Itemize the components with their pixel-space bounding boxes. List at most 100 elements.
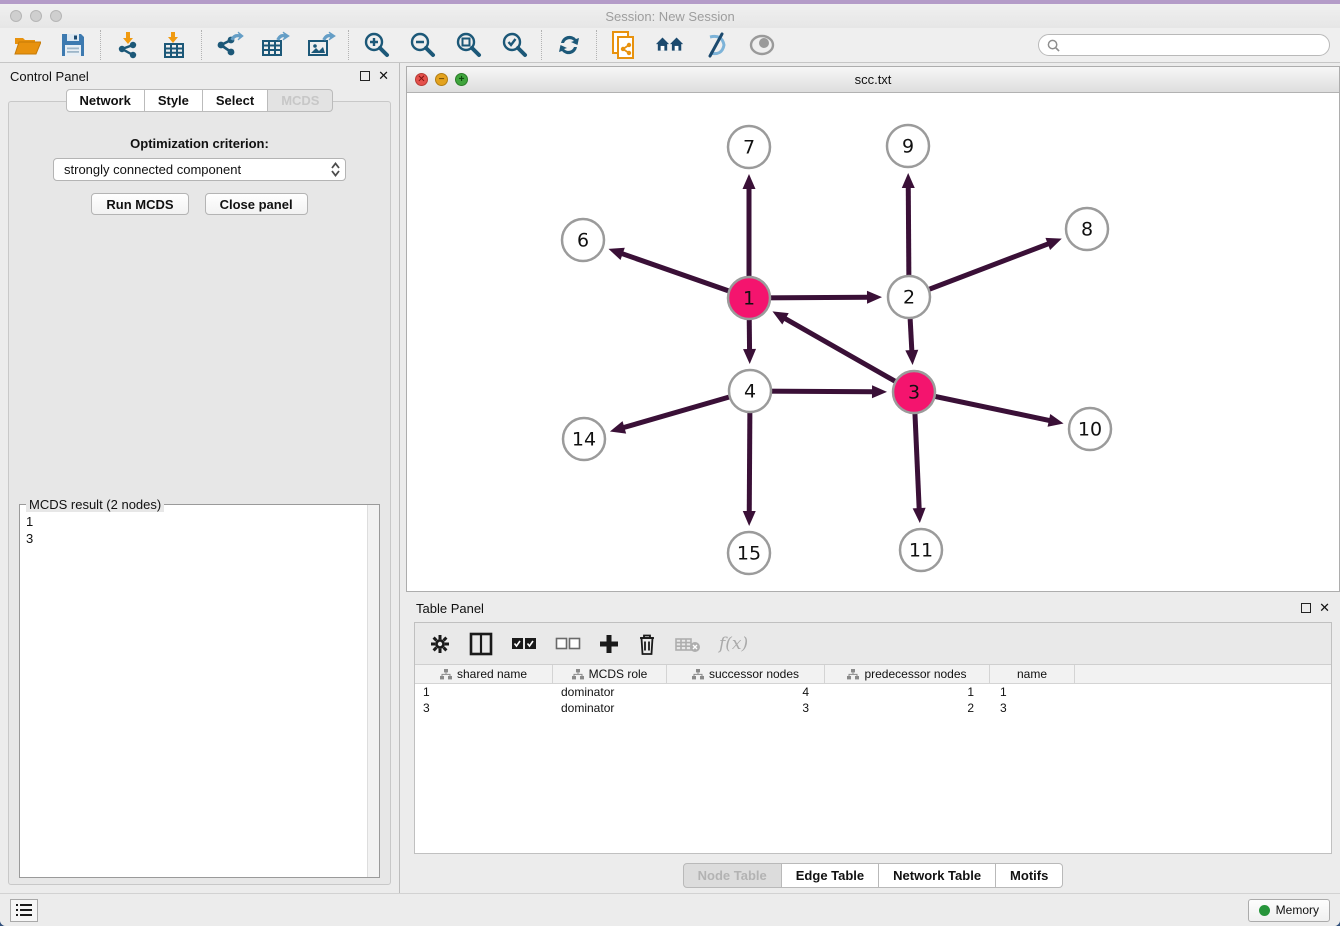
network-close-icon[interactable]: ✕ [415, 73, 428, 86]
graph-edge-arrowhead [743, 174, 756, 189]
mcds-result-title: MCDS result (2 nodes) [26, 497, 164, 512]
delete-column-icon[interactable] [637, 632, 657, 656]
hide-selected-icon[interactable] [701, 30, 731, 60]
cell-name: 1 [990, 685, 1075, 699]
network-zoom-icon[interactable]: + [455, 73, 468, 86]
export-network-icon[interactable] [214, 30, 244, 60]
close-panel-button[interactable]: Close panel [205, 193, 308, 215]
export-image-icon[interactable] [306, 30, 336, 60]
tab-network-table[interactable]: Network Table [879, 863, 996, 888]
tab-mcds[interactable]: MCDS [268, 89, 333, 112]
result-scrollbar[interactable] [367, 505, 379, 877]
table-row[interactable]: 1 dominator 4 1 1 [415, 684, 1331, 700]
column-header-predecessor-nodes[interactable]: predecessor nodes [825, 665, 990, 683]
search-text-field[interactable] [1065, 38, 1321, 52]
cell-predecessor-nodes: 1 [825, 685, 990, 699]
titlebar: Session: New Session [0, 4, 1340, 28]
close-table-panel-icon[interactable]: ✕ [1319, 603, 1330, 613]
open-file-icon[interactable] [12, 30, 42, 60]
dropdown-stepper-icon [330, 161, 341, 178]
float-table-panel-icon[interactable] [1301, 603, 1311, 613]
table-panel-title: Table Panel [416, 601, 484, 616]
tab-select[interactable]: Select [203, 89, 268, 112]
add-column-icon[interactable] [599, 634, 619, 654]
float-panel-icon[interactable] [360, 71, 370, 81]
list-icon [16, 903, 32, 917]
search-icon [1047, 39, 1060, 52]
table-toolbar: f(x) [415, 623, 1331, 665]
cell-mcds-role: dominator [553, 701, 667, 715]
graph-node-label: 14 [572, 429, 596, 451]
close-panel-icon[interactable]: ✕ [378, 71, 389, 81]
status-bar: Memory [0, 893, 1340, 926]
import-network-icon[interactable] [113, 30, 143, 60]
gear-icon[interactable] [429, 633, 451, 655]
optimization-criterion-label: Optimization criterion: [15, 136, 384, 151]
network-window-title: scc.txt [407, 72, 1339, 87]
tab-style[interactable]: Style [145, 89, 203, 112]
column-type-icon [572, 669, 584, 680]
zoom-fit-icon[interactable] [453, 30, 483, 60]
app-window: Session: New Session [0, 4, 1340, 926]
column-header-shared-name[interactable]: shared name [415, 665, 553, 683]
network-canvas[interactable]: 1234678910111415 [407, 93, 1339, 591]
run-mcds-button[interactable]: Run MCDS [91, 193, 188, 215]
column-header-mcds-role[interactable]: MCDS role [553, 665, 667, 683]
table-row[interactable]: 3 dominator 3 2 3 [415, 700, 1331, 716]
window-title: Session: New Session [0, 9, 1340, 24]
deselect-all-icon[interactable] [555, 637, 581, 651]
mcds-panel-body: Optimization criterion: strongly connect… [8, 101, 391, 885]
graph-edge[interactable] [784, 318, 914, 392]
refresh-layout-icon[interactable] [554, 30, 584, 60]
show-all-icon [747, 30, 777, 60]
result-line: 1 [26, 513, 361, 530]
graph-edge-arrowhead [905, 350, 918, 365]
cell-successor-nodes: 4 [667, 685, 825, 699]
mcds-buttons-row: Run MCDS Close panel [15, 193, 384, 215]
first-neighbors-icon[interactable] [655, 30, 685, 60]
search-input[interactable] [1038, 34, 1330, 56]
duplicate-network-icon[interactable] [609, 30, 639, 60]
network-window-controls: ✕ − + [415, 73, 468, 86]
mcds-result-list[interactable]: 1 3 [20, 505, 367, 877]
columns-icon[interactable] [469, 632, 493, 656]
select-all-icon[interactable] [511, 637, 537, 651]
column-header-name[interactable]: name [990, 665, 1075, 683]
network-graph[interactable]: 1234678910111415 [407, 93, 1337, 591]
graph-node-label: 3 [908, 382, 920, 404]
graph-node-label: 6 [577, 230, 589, 252]
network-minimize-icon[interactable]: − [435, 73, 448, 86]
graph-node-label: 2 [903, 287, 915, 309]
network-window-titlebar: scc.txt ✕ − + [407, 67, 1339, 93]
tab-network[interactable]: Network [66, 89, 145, 112]
table-panel-header: Table Panel ✕ [406, 596, 1340, 620]
control-panel-tabs: Network Style Select MCDS [0, 89, 399, 112]
tab-motifs[interactable]: Motifs [996, 863, 1063, 888]
column-type-icon [692, 669, 704, 680]
tab-edge-table[interactable]: Edge Table [782, 863, 879, 888]
main-area: Control Panel ✕ Network Style Select MCD… [0, 63, 1340, 893]
column-header-successor-nodes[interactable]: successor nodes [667, 665, 825, 683]
optimization-criterion-dropdown[interactable]: strongly connected component [53, 158, 346, 181]
cell-successor-nodes: 3 [667, 701, 825, 715]
save-session-icon[interactable] [58, 30, 88, 60]
memory-button[interactable]: Memory [1248, 899, 1330, 922]
node-table: shared name MCDS role successor nodes [415, 665, 1331, 853]
graph-edge-arrowhead [610, 421, 626, 433]
graph-node-label: 15 [737, 543, 761, 565]
main-toolbar [0, 28, 1340, 63]
result-line: 3 [26, 530, 361, 547]
memory-status-icon [1259, 905, 1270, 916]
control-panel-title: Control Panel [10, 69, 89, 84]
tab-node-table[interactable]: Node Table [683, 863, 782, 888]
zoom-out-icon[interactable] [407, 30, 437, 60]
delete-table-icon [675, 635, 701, 653]
zoom-in-icon[interactable] [361, 30, 391, 60]
panel-spacer [15, 215, 384, 504]
export-table-icon[interactable] [260, 30, 290, 60]
control-panel-header: Control Panel ✕ [0, 63, 399, 89]
task-history-button[interactable] [10, 899, 38, 922]
graph-edge[interactable] [909, 243, 1050, 297]
import-table-icon[interactable] [159, 30, 189, 60]
zoom-selected-icon[interactable] [499, 30, 529, 60]
